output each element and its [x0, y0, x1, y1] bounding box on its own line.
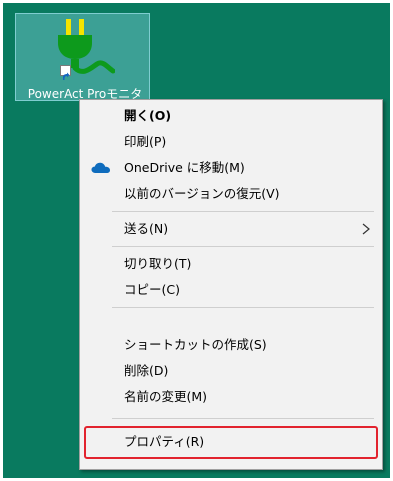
menu-item-label: 切り取り(T)	[124, 256, 192, 271]
menu-item-move-to-onedrive[interactable]: OneDrive に移動(M)	[81, 156, 381, 180]
menu-item-label: 開く(O)	[124, 108, 172, 123]
menu-separator	[112, 211, 374, 212]
menu-item-cut[interactable]: 切り取り(T)	[81, 252, 381, 276]
menu-item-send-to[interactable]: 送る(N)	[81, 217, 381, 241]
onedrive-cloud-icon	[91, 162, 110, 173]
desktop: PowerAct Proモニタ 開く(O) 印刷(P) OneDrive に移動…	[3, 3, 390, 478]
menu-item-delete[interactable]: 削除(D)	[81, 359, 381, 383]
menu-item-open[interactable]: 開く(O)	[81, 104, 381, 128]
menu-item-label: ショートカットの作成(S)	[124, 337, 267, 352]
menu-separator	[112, 246, 374, 247]
menu-item-label: 送る(N)	[124, 221, 169, 236]
menu-item-label: 名前の変更(M)	[124, 389, 208, 404]
menu-separator	[112, 307, 374, 308]
chevron-right-icon	[362, 223, 370, 235]
menu-item-copy[interactable]: コピー(C)	[81, 278, 381, 302]
menu-item-label: OneDrive に移動(M)	[124, 160, 245, 175]
menu-item-label: 印刷(P)	[124, 134, 167, 149]
menu-item-print[interactable]: 印刷(P)	[81, 130, 381, 154]
desktop-shortcut-powerAct[interactable]: PowerAct Proモニタ	[15, 13, 150, 101]
menu-item-rename[interactable]: 名前の変更(M)	[81, 385, 381, 409]
menu-item-create-shortcut[interactable]: ショートカットの作成(S)	[81, 333, 381, 357]
menu-item-label: 以前のバージョンの復元(V)	[124, 186, 280, 201]
context-menu: 開く(O) 印刷(P) OneDrive に移動(M) 以前のバージョンの復元(…	[79, 99, 383, 470]
highlight-box	[84, 426, 378, 459]
shortcut-arrow-icon	[60, 65, 71, 80]
menu-item-restore-previous-versions[interactable]: 以前のバージョンの復元(V)	[81, 182, 381, 206]
menu-separator	[112, 418, 374, 419]
menu-item-label: コピー(C)	[124, 282, 180, 297]
menu-item-label: 削除(D)	[124, 363, 169, 378]
